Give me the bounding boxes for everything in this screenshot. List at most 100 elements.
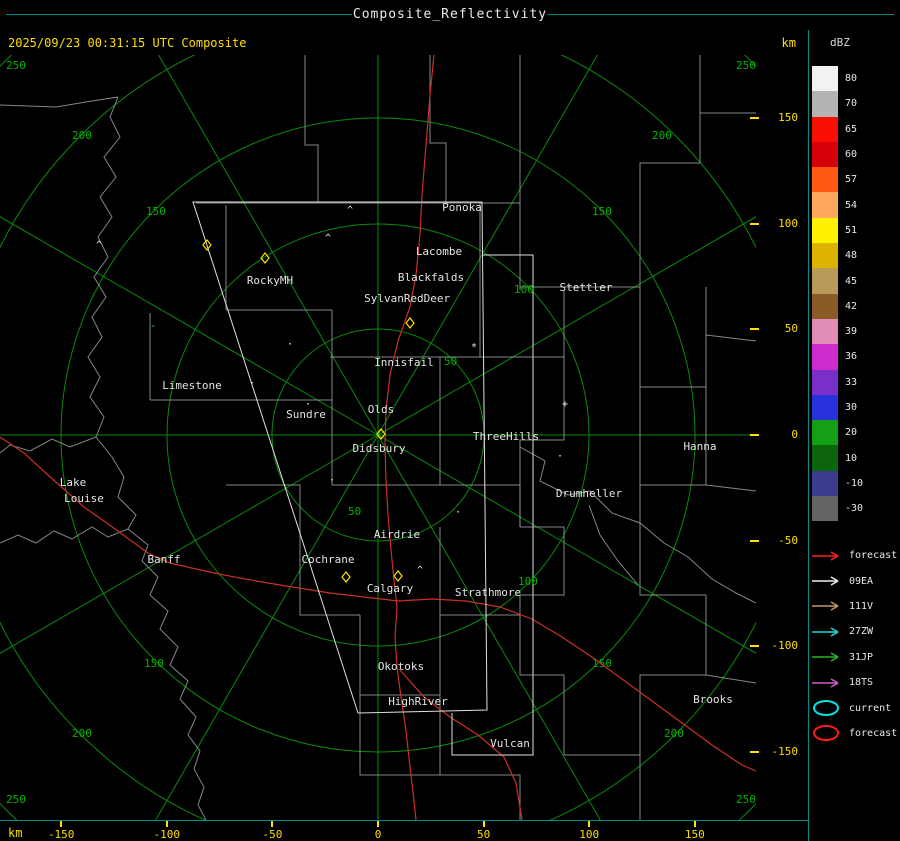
- colorbar-value: 65: [845, 124, 857, 135]
- colorbar-value: 51: [845, 225, 857, 236]
- city-label: Cochrane: [302, 553, 355, 566]
- colorbar-value: 48: [845, 250, 857, 261]
- range-ring-label: 150: [592, 657, 612, 670]
- x-axis-units-label: km: [8, 826, 22, 840]
- legend-label: 31JP: [849, 652, 873, 663]
- range-ring-label: 250: [6, 793, 26, 806]
- legend-label: current: [849, 703, 891, 714]
- range-ring-label: 200: [664, 727, 684, 740]
- legend-item: current: [810, 695, 900, 720]
- colorbar-entry: 10: [812, 445, 898, 470]
- azimuth-spoke: [98, 55, 378, 435]
- x-axis-tick: [588, 821, 590, 827]
- county-boundary: [640, 287, 706, 387]
- city-label: Lake: [60, 476, 87, 489]
- range-ring-label: 150: [146, 205, 166, 218]
- colorbar-entry: 70: [812, 91, 898, 116]
- colorbar-value: 33: [845, 377, 857, 388]
- city-label: Okotoks: [378, 660, 424, 673]
- map-marker: ·: [249, 378, 255, 389]
- city-label: RedDeer: [404, 292, 451, 305]
- azimuth-spoke: [0, 155, 378, 435]
- city-label: Limestone: [162, 379, 222, 392]
- city-label: HighRiver: [388, 695, 448, 708]
- colorbar-value: 39: [845, 326, 857, 337]
- legend: forecast09EA111V27ZW31JP18TScurrentforec…: [810, 543, 900, 746]
- range-ring-label: 200: [72, 727, 92, 740]
- colorbar-units-label: dBZ: [830, 36, 850, 49]
- colorbar-entry: 39: [812, 319, 898, 344]
- colorbar-swatch: [812, 66, 838, 91]
- azimuth-spoke: [0, 435, 378, 715]
- map-marker: +: [562, 399, 568, 410]
- map-bottom-border: [0, 820, 808, 821]
- city-label: Banff: [147, 553, 180, 566]
- colorbar-swatch: [812, 192, 838, 217]
- x-axis-tick: [60, 821, 62, 827]
- legend-item: 18TS: [810, 670, 900, 695]
- county-boundary: [520, 113, 756, 287]
- colorbar-value: 20: [845, 427, 857, 438]
- colorbar-value: 54: [845, 200, 857, 211]
- colorbar-swatch: [812, 445, 838, 470]
- colorbar-swatch: [812, 142, 838, 167]
- x-axis-label: -100: [145, 828, 189, 841]
- city-label: Lacombe: [416, 245, 462, 258]
- timestamp: 2025/09/23 00:31:15 UTC Composite: [8, 36, 246, 50]
- city-label: Sylvan: [364, 292, 404, 305]
- colorbar-value: 70: [845, 98, 857, 109]
- colorbar-entry: 80: [812, 66, 898, 91]
- azimuth-spoke: [378, 435, 756, 715]
- y-axis-label: -100: [758, 639, 798, 653]
- county-boundary: [112, 457, 206, 820]
- scan-area-outline: [452, 255, 533, 755]
- county-boundary: [360, 615, 440, 695]
- colorbar-swatch: [812, 344, 838, 369]
- x-axis-label: 100: [567, 828, 611, 841]
- range-ring-label: 150: [144, 657, 164, 670]
- radar-viewer-window: Composite_Reflectivity 2025/09/23 00:31:…: [0, 0, 900, 841]
- range-ring-label: 200: [652, 129, 672, 142]
- city-label: Hanna: [683, 440, 716, 453]
- colorbar-swatch: [812, 471, 838, 496]
- 31JP-arrow-icon: [810, 648, 846, 666]
- legend-label: forecast: [849, 728, 897, 739]
- colorbar-entry: 42: [812, 294, 898, 319]
- colorbar-value: 10: [845, 453, 857, 464]
- aircraft-marker: [394, 571, 402, 581]
- county-boundary: [226, 485, 300, 527]
- x-axis-label: 0: [356, 828, 400, 841]
- colorbar-entry: -30: [812, 496, 898, 521]
- current-ellipse-icon: [810, 699, 846, 717]
- y-axis-label: 50: [758, 322, 798, 336]
- colorbar-swatch: [812, 294, 838, 319]
- colorbar-entry: 51: [812, 218, 898, 243]
- colorbar-entry: 36: [812, 344, 898, 369]
- map-marker: ^: [96, 240, 102, 251]
- colorbar-swatch: [812, 218, 838, 243]
- x-axis-tick: [694, 821, 696, 827]
- city-label: Olds: [368, 403, 395, 416]
- range-ring-label: 200: [72, 129, 92, 142]
- colorbar-entry: 33: [812, 370, 898, 395]
- title-rule-right: [548, 14, 894, 15]
- colorbar-swatch: [812, 319, 838, 344]
- colorbar-entry: 20: [812, 420, 898, 445]
- map-marker: ^: [417, 565, 423, 576]
- colorbar-swatch: [812, 420, 838, 445]
- x-axis-tick: [271, 821, 273, 827]
- colorbar-swatch: [812, 496, 838, 521]
- map-marker: ·: [557, 451, 563, 462]
- range-ring-label: 250: [736, 793, 756, 806]
- county-boundary: [0, 527, 128, 543]
- x-axis-tick: [166, 821, 168, 827]
- y-axis-label: -50: [758, 534, 798, 548]
- city-label: Airdrie: [374, 528, 420, 541]
- colorbar-entry: 30: [812, 395, 898, 420]
- map-marker: ·: [305, 399, 311, 410]
- map-marker: ^: [325, 233, 331, 244]
- colorbar-swatch: [812, 370, 838, 395]
- y-axis-units-label: km: [740, 36, 796, 50]
- county-boundary: [305, 55, 318, 203]
- x-axis-tick: [377, 821, 379, 827]
